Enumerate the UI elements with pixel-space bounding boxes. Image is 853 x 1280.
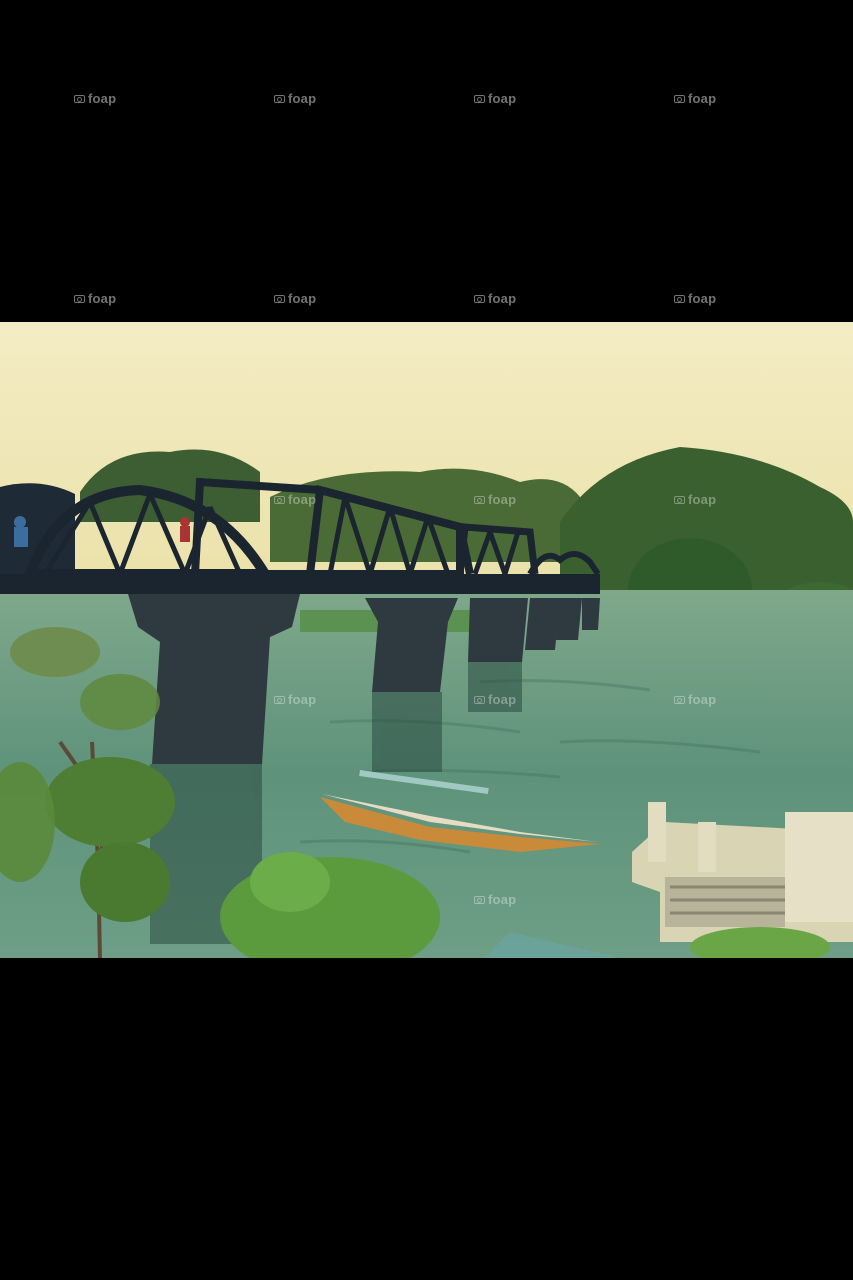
foap-watermark: foap bbox=[274, 492, 316, 507]
foap-watermark: foap bbox=[474, 692, 516, 707]
camera-icon bbox=[674, 294, 685, 303]
top-letterbox-band bbox=[0, 0, 853, 322]
foap-watermark: foap bbox=[274, 91, 316, 106]
foap-watermark: foap bbox=[674, 91, 716, 106]
foap-watermark: foap bbox=[674, 492, 716, 507]
camera-icon bbox=[74, 94, 85, 103]
foap-watermark: foap bbox=[474, 892, 516, 907]
foap-watermark: foap bbox=[474, 291, 516, 306]
camera-icon bbox=[474, 94, 485, 103]
camera-icon bbox=[274, 94, 285, 103]
camera-icon bbox=[674, 695, 685, 704]
camera-icon bbox=[474, 294, 485, 303]
bottom-letterbox-band bbox=[0, 958, 853, 1280]
foap-watermark: foap bbox=[274, 291, 316, 306]
camera-icon bbox=[274, 294, 285, 303]
foap-watermark: foap bbox=[74, 291, 116, 306]
foap-watermark: foap bbox=[674, 291, 716, 306]
foap-watermark: foap bbox=[274, 692, 316, 707]
camera-icon bbox=[474, 495, 485, 504]
foap-watermark: foap bbox=[674, 692, 716, 707]
river-bridge-photo: foap foap foap foap foap foap foap bbox=[0, 322, 853, 958]
camera-icon bbox=[74, 294, 85, 303]
camera-icon bbox=[674, 94, 685, 103]
foap-watermark: foap bbox=[74, 91, 116, 106]
camera-icon bbox=[474, 695, 485, 704]
foap-watermark: foap bbox=[474, 91, 516, 106]
camera-icon bbox=[474, 895, 485, 904]
foap-watermark: foap bbox=[474, 492, 516, 507]
camera-icon bbox=[274, 695, 285, 704]
camera-icon bbox=[674, 495, 685, 504]
photo-illustration bbox=[0, 322, 853, 958]
camera-icon bbox=[274, 495, 285, 504]
